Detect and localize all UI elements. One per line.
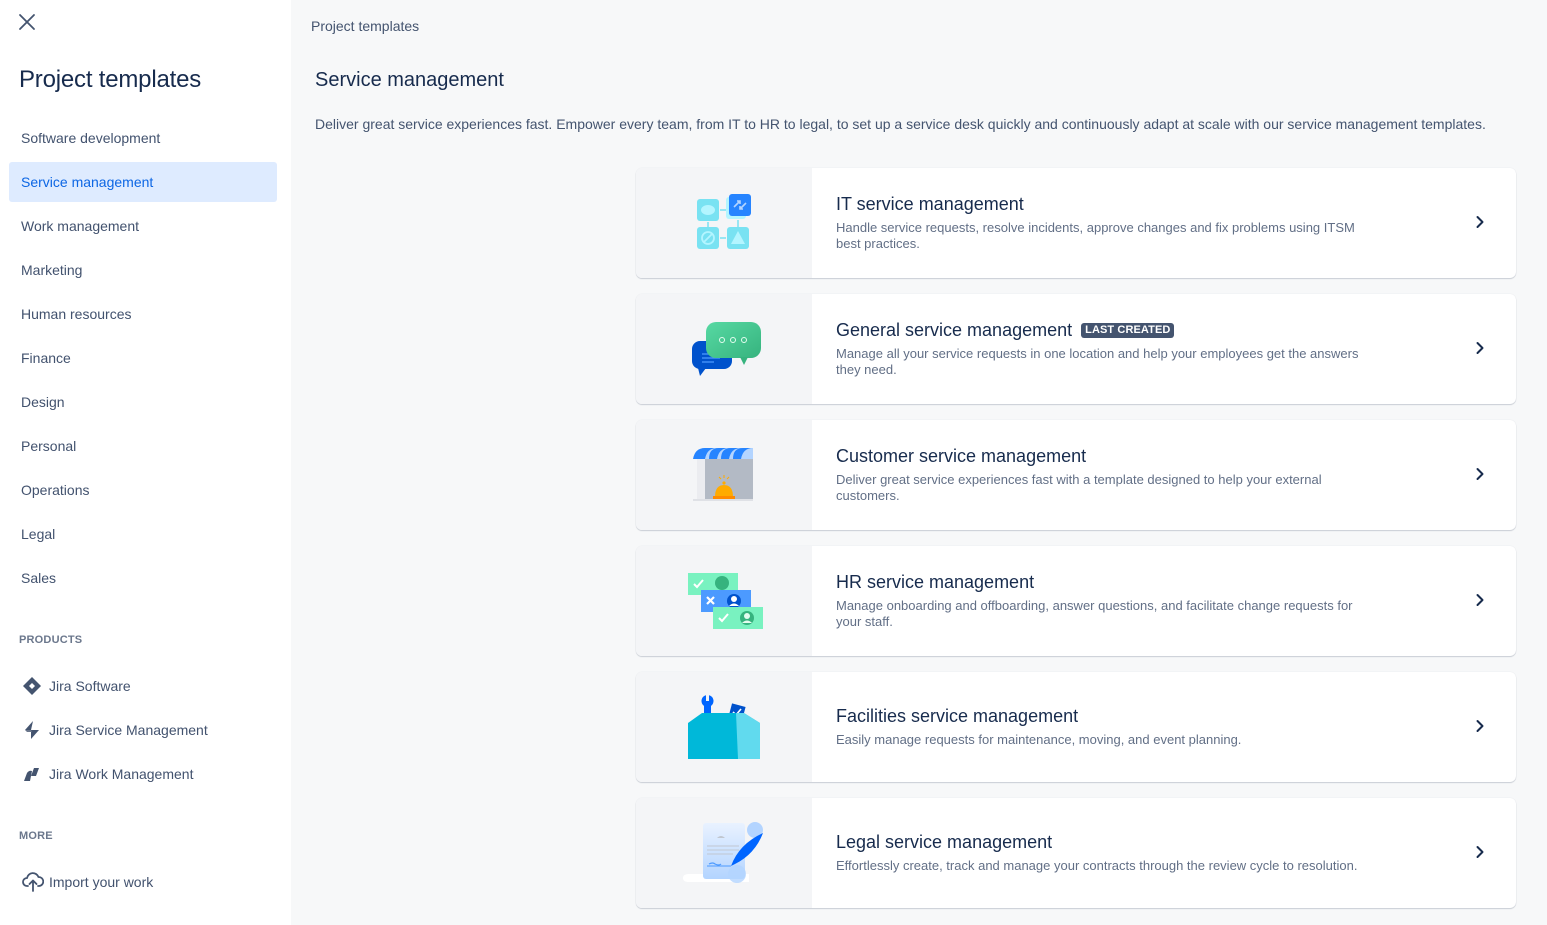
card-title: IT service management	[836, 194, 1024, 214]
card-description: Effortlessly create, track and manage yo…	[836, 858, 1358, 873]
card-media	[636, 294, 812, 404]
toolbox-illustration	[688, 695, 760, 759]
card-body: Customer service management Deliver grea…	[812, 420, 1516, 530]
card-media	[636, 420, 812, 530]
card-title: General service management	[836, 320, 1073, 340]
card-title: HR service management	[836, 572, 1035, 592]
chevron-right-icon	[1472, 340, 1488, 356]
card-title: Legal service management	[836, 832, 1053, 852]
template-list: IT service management Handle service req…	[636, 168, 1516, 924]
card-title: Facilities service management	[836, 706, 1079, 726]
card-description: Manage onboarding and offboarding, answe…	[836, 598, 1353, 629]
card-title: Customer service management	[836, 446, 1087, 466]
chat-bubbles-illustration	[692, 322, 761, 376]
product-jira-service-management[interactable]: Jira Service Management	[19, 718, 208, 742]
template-card-general-service-management[interactable]: General service management LAST CREATED …	[636, 294, 1516, 404]
product-label: Jira Service Management	[49, 722, 208, 738]
jira-work-management-icon	[19, 764, 45, 784]
page-title: Service management	[315, 69, 504, 91]
card-body: IT service management Handle service req…	[812, 168, 1516, 278]
template-card-hr-service-management[interactable]: HR service management Manage onboarding …	[636, 546, 1516, 656]
close-button[interactable]	[15, 10, 39, 34]
jira-software-icon	[19, 676, 45, 696]
chevron-right-icon	[1472, 844, 1488, 860]
card-description: Manage all your service requests in one …	[836, 346, 1359, 377]
template-card-customer-service-management[interactable]: Customer service management Deliver grea…	[636, 420, 1516, 530]
nav-item-personal[interactable]: Personal	[9, 426, 277, 466]
products-section-label: PRODUCTS	[19, 634, 83, 646]
card-body: General service management LAST CREATED …	[812, 294, 1516, 404]
import-your-work-link[interactable]: Import your work	[19, 870, 153, 894]
nav-item-operations[interactable]: Operations	[9, 470, 277, 510]
chevron-right-icon	[1472, 718, 1488, 734]
nav-item-design[interactable]: Design	[9, 382, 277, 422]
nav-item-marketing[interactable]: Marketing	[9, 250, 277, 290]
it-service-illustration	[697, 194, 751, 249]
product-label: Jira Work Management	[49, 766, 194, 782]
cloud-upload-icon	[19, 872, 45, 892]
template-card-legal-service-management[interactable]: Legal service management Effortlessly cr…	[636, 798, 1516, 908]
product-jira-software[interactable]: Jira Software	[19, 674, 131, 698]
card-description: Handle service requests, resolve inciden…	[836, 220, 1355, 251]
product-jira-work-management[interactable]: Jira Work Management	[19, 762, 193, 786]
sidebar-title: Project templates	[19, 66, 202, 93]
page-description: Deliver great service experiences fast. …	[315, 116, 1486, 132]
breadcrumb[interactable]: Project templates	[311, 18, 419, 34]
sidebar: Project templates Software development S…	[0, 0, 291, 925]
nav-item-sales[interactable]: Sales	[9, 558, 277, 598]
nav-item-software-development[interactable]: Software development	[9, 118, 277, 158]
card-body: Legal service management Effortlessly cr…	[812, 798, 1516, 908]
import-label: Import your work	[49, 874, 154, 890]
jira-service-management-icon	[19, 720, 45, 740]
card-description: Deliver great service experiences fast w…	[836, 472, 1322, 503]
nav-item-finance[interactable]: Finance	[9, 338, 277, 378]
card-media	[636, 672, 812, 782]
card-media	[636, 168, 812, 278]
more-section-label: MORE	[19, 830, 53, 842]
product-label: Jira Software	[49, 678, 131, 694]
nav-item-service-management[interactable]: Service management	[9, 162, 277, 202]
chevron-right-icon	[1472, 592, 1488, 608]
template-card-it-service-management[interactable]: IT service management Handle service req…	[636, 168, 1516, 278]
last-created-badge: LAST CREATED	[1081, 323, 1175, 338]
chevron-right-icon	[1472, 466, 1488, 482]
storefront-bell-illustration	[693, 448, 753, 501]
template-card-facilities-service-management[interactable]: Facilities service management Easily man…	[636, 672, 1516, 782]
card-body: Facilities service management Easily man…	[812, 672, 1516, 782]
chevron-right-icon	[1472, 214, 1488, 230]
hr-cards-illustration	[688, 573, 763, 629]
nav-item-work-management[interactable]: Work management	[9, 206, 277, 246]
nav-item-human-resources[interactable]: Human resources	[9, 294, 277, 334]
contract-quill-illustration	[683, 822, 763, 883]
nav-item-legal[interactable]: Legal	[9, 514, 277, 554]
category-nav: Software development Service management …	[9, 118, 277, 602]
close-icon	[19, 14, 35, 30]
card-description: Easily manage requests for maintenance, …	[836, 732, 1242, 747]
card-media	[636, 798, 812, 908]
card-media	[636, 546, 812, 656]
card-body: HR service management Manage onboarding …	[812, 546, 1516, 656]
